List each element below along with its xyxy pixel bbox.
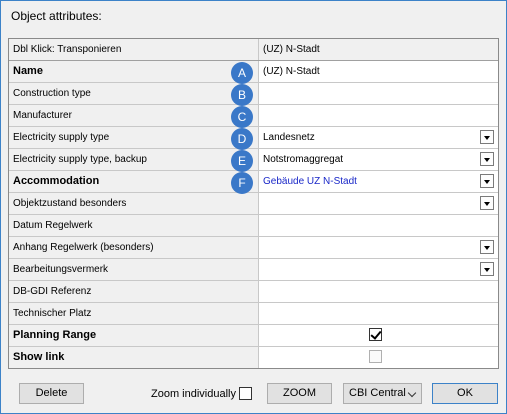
dropdown-arrow-icon[interactable]: [480, 240, 494, 254]
attribute-value[interactable]: [259, 259, 498, 280]
header-value: (UZ) N-Stadt: [263, 44, 320, 55]
chevron-down-icon: [407, 388, 417, 398]
header-label: Dbl Klick: Transponieren: [9, 39, 259, 60]
attribute-row[interactable]: Anhang Regelwerk (besonders): [9, 237, 498, 259]
attribute-row[interactable]: DB-GDI Referenz: [9, 281, 498, 303]
attribute-value[interactable]: [259, 325, 498, 346]
attribute-label: Show link: [9, 347, 259, 368]
attribute-value[interactable]: Gebäude UZ N-Stadt: [259, 171, 498, 192]
attribute-label: Manufacturer: [9, 105, 259, 126]
attribute-value[interactable]: [259, 83, 498, 104]
zoom-individually-label: Zoom individually: [151, 388, 236, 400]
attribute-label: Datum Regelwerk: [9, 215, 259, 236]
view-select[interactable]: CBI Central: [343, 383, 422, 404]
view-select-value: CBI Central: [349, 387, 406, 399]
attribute-label: Technischer Platz: [9, 303, 259, 324]
attribute-value[interactable]: [259, 281, 498, 302]
attribute-value[interactable]: Landesnetz: [259, 127, 498, 148]
dialog-footer: Delete Zoom individually ZOOM CBI Centra…: [1, 373, 506, 413]
attribute-value[interactable]: (UZ) N-Stadt: [259, 61, 498, 82]
attribute-label: Planning Range: [9, 325, 259, 346]
dropdown-arrow-icon[interactable]: [480, 196, 494, 210]
delete-button[interactable]: Delete: [19, 383, 84, 404]
dropdown-arrow-icon[interactable]: [480, 152, 494, 166]
attribute-value[interactable]: [259, 347, 498, 368]
attribute-label: Bearbeitungsvermerk: [9, 259, 259, 280]
attribute-row[interactable]: Bearbeitungsvermerk: [9, 259, 498, 281]
ok-button[interactable]: OK: [432, 383, 498, 404]
attribute-row[interactable]: Planning Range: [9, 325, 498, 347]
attribute-row[interactable]: Technischer Platz: [9, 303, 498, 325]
attribute-value[interactable]: [259, 193, 498, 214]
attribute-value[interactable]: [259, 237, 498, 258]
attribute-row[interactable]: Name A (UZ) N-Stadt: [9, 61, 498, 84]
attribute-label: Objektzustand besonders: [9, 193, 259, 214]
attribute-label: Name: [9, 61, 259, 82]
zoom-individually-checkbox[interactable]: [239, 387, 252, 400]
attribute-row[interactable]: Manufacturer C: [9, 105, 498, 128]
attribute-row[interactable]: Accommodation F Gebäude UZ N-Stadt: [9, 171, 498, 194]
attribute-row[interactable]: Electricity supply type D Landesnetz: [9, 127, 498, 150]
dropdown-arrow-icon[interactable]: [480, 262, 494, 276]
callout-badge: D: [231, 128, 253, 150]
callout-badge: B: [231, 84, 253, 106]
attribute-label: Anhang Regelwerk (besonders): [9, 237, 259, 258]
dialog-title: Object attributes:: [11, 9, 102, 23]
attribute-value[interactable]: [259, 105, 498, 126]
attribute-value[interactable]: [259, 215, 498, 236]
attribute-value[interactable]: Notstromaggregat: [259, 149, 498, 170]
attributes-table: Dbl Klick: Transponieren (UZ) N-Stadt Na…: [8, 38, 499, 369]
attribute-label: Accommodation: [9, 171, 259, 192]
attribute-checkbox[interactable]: [369, 328, 382, 341]
attribute-row[interactable]: Electricity supply type, backup E Notstrom…: [9, 149, 498, 172]
callout-badge: C: [231, 106, 253, 128]
dropdown-arrow-icon[interactable]: [480, 130, 494, 144]
callout-badge: E: [231, 150, 253, 172]
dropdown-arrow-icon[interactable]: [480, 174, 494, 188]
callout-badge: F: [231, 172, 253, 194]
attribute-value[interactable]: [259, 303, 498, 324]
attribute-label: DB-GDI Referenz: [9, 281, 259, 302]
attribute-label: Electricity supply type, backup: [9, 149, 259, 170]
attribute-row[interactable]: Construction type B: [9, 83, 498, 106]
callout-badge: A: [231, 62, 253, 84]
attribute-checkbox: [369, 350, 382, 363]
attribute-row[interactable]: Datum Regelwerk: [9, 215, 498, 237]
object-attributes-dialog: Object attributes: Dbl Klick: Transponie…: [0, 0, 507, 414]
attribute-row[interactable]: Show link: [9, 347, 498, 368]
zoom-button[interactable]: ZOOM: [267, 383, 332, 404]
attribute-label: Electricity supply type: [9, 127, 259, 148]
attribute-label: Construction type: [9, 83, 259, 104]
attribute-row[interactable]: Objektzustand besonders: [9, 193, 498, 215]
table-header-row[interactable]: Dbl Klick: Transponieren (UZ) N-Stadt: [9, 39, 498, 61]
